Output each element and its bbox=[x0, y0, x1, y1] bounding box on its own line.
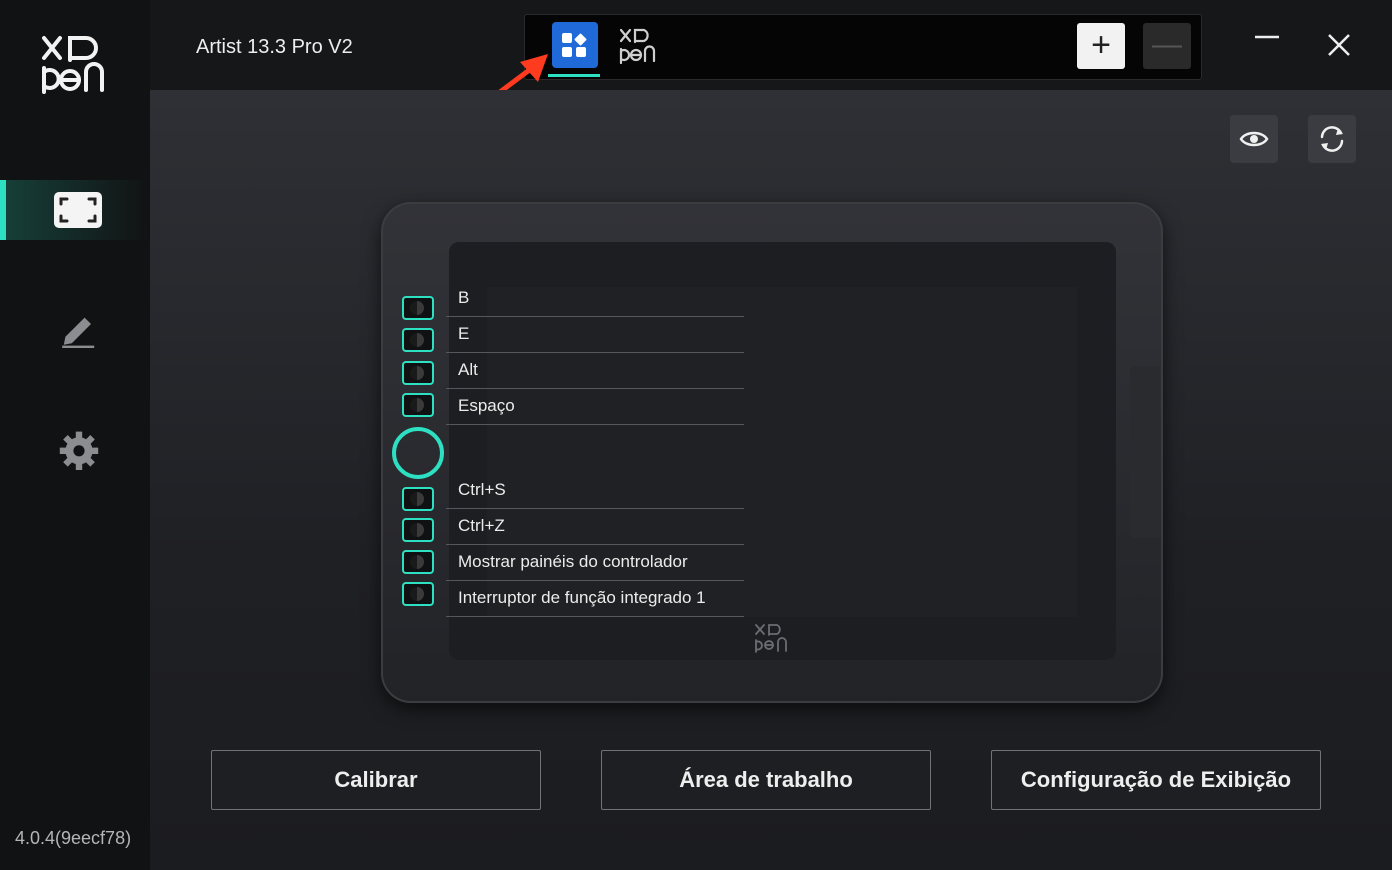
preview-button[interactable] bbox=[1230, 115, 1278, 163]
express-key-label[interactable]: Mostrar painéis do controlador bbox=[446, 547, 744, 581]
remove-app-button[interactable]: — bbox=[1143, 23, 1191, 69]
sidebar-item-display-area[interactable] bbox=[0, 180, 150, 240]
express-key-4[interactable] bbox=[402, 393, 434, 417]
xppen-logo-icon bbox=[619, 28, 656, 65]
express-key-8[interactable] bbox=[402, 582, 434, 606]
express-key-label[interactable]: Ctrl+Z bbox=[446, 511, 744, 545]
express-key-1[interactable] bbox=[402, 296, 434, 320]
version-label: 4.0.4(9eecf78) bbox=[15, 828, 132, 848]
express-key-label[interactable]: E bbox=[446, 319, 744, 353]
express-key-3[interactable] bbox=[402, 361, 434, 385]
express-ring[interactable] bbox=[392, 427, 444, 479]
eye-icon bbox=[1239, 131, 1269, 147]
display-settings-button[interactable]: Configuração de Exibição bbox=[991, 750, 1321, 810]
express-key-label[interactable]: B bbox=[446, 283, 744, 317]
reset-button[interactable] bbox=[1308, 115, 1356, 163]
minimize-button[interactable] bbox=[1252, 22, 1282, 52]
tab-xppen[interactable] bbox=[618, 27, 658, 65]
sidebar-item-settings[interactable] bbox=[0, 420, 150, 480]
express-key-2[interactable] bbox=[402, 328, 434, 352]
express-key-label[interactable]: Interruptor de função integrado 1 bbox=[446, 583, 744, 617]
refresh-icon bbox=[1320, 126, 1344, 152]
xppen-logo bbox=[40, 30, 110, 100]
express-key-6[interactable] bbox=[402, 518, 434, 542]
close-icon bbox=[1328, 34, 1350, 56]
work-area-button[interactable]: Área de trabalho bbox=[601, 750, 931, 810]
express-key-label[interactable]: Ctrl+S bbox=[446, 475, 744, 509]
express-key-5[interactable] bbox=[402, 487, 434, 511]
pen-icon bbox=[52, 308, 106, 348]
close-button[interactable] bbox=[1324, 30, 1354, 60]
fullscreen-frame-icon bbox=[52, 190, 106, 230]
calibrate-button[interactable]: Calibrar bbox=[211, 750, 541, 810]
express-key-label[interactable]: Espaço bbox=[446, 391, 744, 425]
minimize-icon bbox=[1255, 35, 1279, 39]
device-name: Artist 13.3 Pro V2 bbox=[196, 36, 353, 58]
sidebar-item-pen[interactable] bbox=[0, 298, 150, 358]
gear-icon bbox=[52, 430, 106, 470]
add-app-button[interactable]: + bbox=[1077, 23, 1125, 69]
tablet-xppen-logo-icon bbox=[752, 622, 790, 654]
express-key-7[interactable] bbox=[402, 550, 434, 574]
express-key-label[interactable]: Alt bbox=[446, 355, 744, 389]
sidebar: 4.0.4(9eecf78) bbox=[0, 0, 150, 870]
tablet-side-tab bbox=[1130, 366, 1160, 538]
